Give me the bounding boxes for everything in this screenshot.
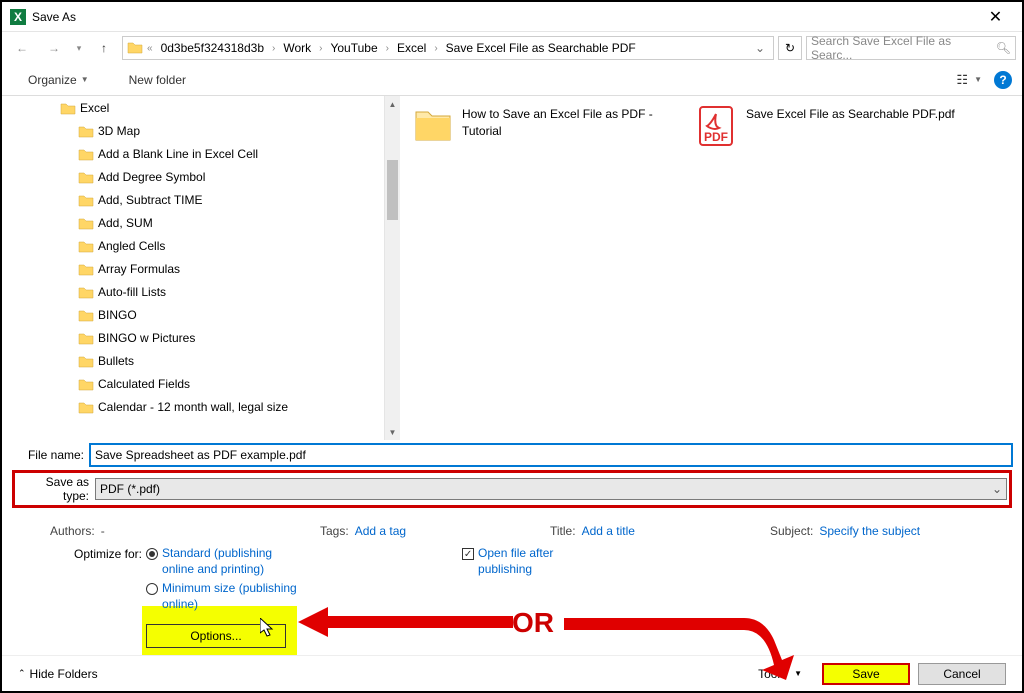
save-type-select[interactable]: PDF (*.pdf) ⌄ bbox=[95, 478, 1007, 500]
view-button[interactable]: ☷▼ bbox=[948, 69, 990, 91]
chevron-right-icon: › bbox=[270, 43, 277, 54]
tags-value[interactable]: Add a tag bbox=[355, 524, 406, 538]
tree-node[interactable]: Add, Subtract TIME bbox=[56, 188, 400, 211]
excel-app-icon bbox=[10, 9, 26, 25]
new-folder-button[interactable]: New folder bbox=[121, 70, 194, 90]
mouse-cursor bbox=[260, 618, 276, 638]
back-button[interactable]: ← bbox=[8, 36, 36, 60]
folder-icon bbox=[60, 101, 76, 115]
list-item[interactable]: How to Save an Excel File as PDF - Tutor… bbox=[412, 104, 672, 146]
tree-node[interactable]: Angled Cells bbox=[56, 234, 400, 257]
list-item-label: How to Save an Excel File as PDF - Tutor… bbox=[462, 104, 672, 140]
save-button[interactable]: Save bbox=[822, 663, 910, 685]
hide-folders-button[interactable]: ⌃Hide Folders bbox=[18, 667, 98, 681]
toolbar: Organize▼ New folder ☷▼ ? bbox=[2, 64, 1022, 96]
folder-tree[interactable]: Excel 3D Map Add a Blank Line in Excel C… bbox=[2, 96, 400, 440]
title-label: Title: bbox=[550, 524, 576, 538]
optimize-label: Optimize for: bbox=[74, 546, 142, 612]
caret-icon: ⌃ bbox=[18, 668, 26, 679]
chevron-right-icon: › bbox=[317, 43, 324, 54]
breadcrumb-item[interactable]: Excel bbox=[393, 41, 430, 55]
tree-node[interactable]: Add, SUM bbox=[56, 211, 400, 234]
tree-node[interactable]: Bullets bbox=[56, 349, 400, 372]
chevron-right-icon: › bbox=[384, 43, 391, 54]
metadata-row: Authors:- Tags: Add a tag Title: Add a tit… bbox=[2, 518, 1022, 540]
scroll-thumb[interactable] bbox=[387, 160, 398, 220]
subject-value[interactable]: Specify the subject bbox=[819, 524, 920, 538]
navigation-row: ← → ▾ ↑ « 0d3be5f324318d3b › Work › YouT… bbox=[2, 32, 1022, 64]
optimize-standard-radio[interactable]: Standard (publishing online and printing… bbox=[146, 546, 302, 577]
subject-label: Subject: bbox=[770, 524, 813, 538]
tree-node[interactable]: Auto-fill Lists bbox=[56, 280, 400, 303]
optimize-section: Optimize for: Standard (publishing onlin… bbox=[2, 540, 1022, 614]
close-button[interactable]: ✕ bbox=[973, 7, 1018, 27]
titlebar: Save As ✕ bbox=[2, 2, 1022, 32]
tree-node[interactable]: BINGO bbox=[56, 303, 400, 326]
list-item-label: Save Excel File as Searchable PDF.pdf bbox=[746, 104, 955, 123]
breadcrumb-prefix: « bbox=[145, 43, 155, 54]
bottom-bar: ⌃Hide Folders Tools▼ Save Cancel bbox=[2, 655, 1022, 691]
save-form: File name: Save as type: PDF (*.pdf) ⌄ bbox=[2, 440, 1022, 518]
forward-button: → bbox=[40, 36, 68, 60]
checkbox-icon: ✓ bbox=[462, 548, 474, 560]
breadcrumb-item[interactable]: 0d3be5f324318d3b bbox=[157, 41, 268, 55]
chevron-right-icon: › bbox=[432, 43, 439, 54]
search-icon: 🔍︎ bbox=[996, 41, 1011, 55]
tree-node[interactable]: Add Degree Symbol bbox=[56, 165, 400, 188]
chevron-down-icon: ⌄ bbox=[992, 482, 1002, 496]
scroll-down-arrow[interactable]: ▼ bbox=[385, 424, 400, 440]
help-button[interactable]: ? bbox=[994, 71, 1012, 89]
folder-icon bbox=[127, 40, 143, 56]
search-placeholder: Search Save Excel File as Searc... bbox=[811, 34, 992, 62]
optimize-minimum-radio[interactable]: Minimum size (publishing online) bbox=[146, 581, 302, 612]
scroll-up-arrow[interactable]: ▲ bbox=[385, 96, 400, 112]
breadcrumb-item[interactable]: Work bbox=[279, 41, 315, 55]
list-item[interactable]: Save Excel File as Searchable PDF.pdf bbox=[696, 104, 956, 146]
annotation-or-text: OR bbox=[512, 607, 554, 639]
tools-button[interactable]: Tools▼ bbox=[758, 667, 802, 681]
tree-node[interactable]: Calendar - 12 month wall, legal size bbox=[56, 395, 400, 418]
refresh-button[interactable]: ↻ bbox=[778, 36, 802, 60]
up-button[interactable]: ↑ bbox=[90, 36, 118, 60]
authors-value[interactable]: - bbox=[101, 524, 105, 538]
authors-label: Authors: bbox=[50, 524, 95, 538]
tree-node[interactable]: Calculated Fields bbox=[56, 372, 400, 395]
tree-node[interactable]: Add a Blank Line in Excel Cell bbox=[56, 142, 400, 165]
breadcrumb[interactable]: « 0d3be5f324318d3b › Work › YouTube › Ex… bbox=[122, 36, 774, 60]
tree-node[interactable]: BINGO w Pictures bbox=[56, 326, 400, 349]
title-value[interactable]: Add a title bbox=[582, 524, 635, 538]
folder-icon bbox=[412, 104, 454, 146]
search-input[interactable]: Search Save Excel File as Searc... 🔍︎ bbox=[806, 36, 1016, 60]
breadcrumb-dropdown[interactable]: ⌄ bbox=[751, 41, 769, 55]
pdf-icon bbox=[696, 104, 738, 146]
save-type-label: Save as type: bbox=[17, 475, 95, 503]
breadcrumb-item[interactable]: YouTube bbox=[326, 41, 381, 55]
radio-icon bbox=[146, 583, 158, 595]
window-title: Save As bbox=[32, 10, 973, 24]
tags-label: Tags: bbox=[320, 524, 349, 538]
radio-icon bbox=[146, 548, 158, 560]
file-list[interactable]: How to Save an Excel File as PDF - Tutor… bbox=[400, 96, 1022, 440]
tree-node-root[interactable]: Excel bbox=[56, 96, 400, 119]
tree-node[interactable]: Array Formulas bbox=[56, 257, 400, 280]
organize-button[interactable]: Organize▼ bbox=[20, 70, 97, 90]
tree-node[interactable]: 3D Map bbox=[56, 119, 400, 142]
filename-input[interactable] bbox=[90, 444, 1012, 466]
open-after-checkbox[interactable]: ✓ Open file after publishing bbox=[462, 546, 578, 577]
recent-dropdown[interactable]: ▾ bbox=[72, 36, 86, 60]
filename-label: File name: bbox=[12, 448, 90, 462]
tree-scrollbar[interactable]: ▲ ▼ bbox=[384, 96, 400, 440]
breadcrumb-item[interactable]: Save Excel File as Searchable PDF bbox=[442, 41, 640, 55]
cancel-button[interactable]: Cancel bbox=[918, 663, 1006, 685]
